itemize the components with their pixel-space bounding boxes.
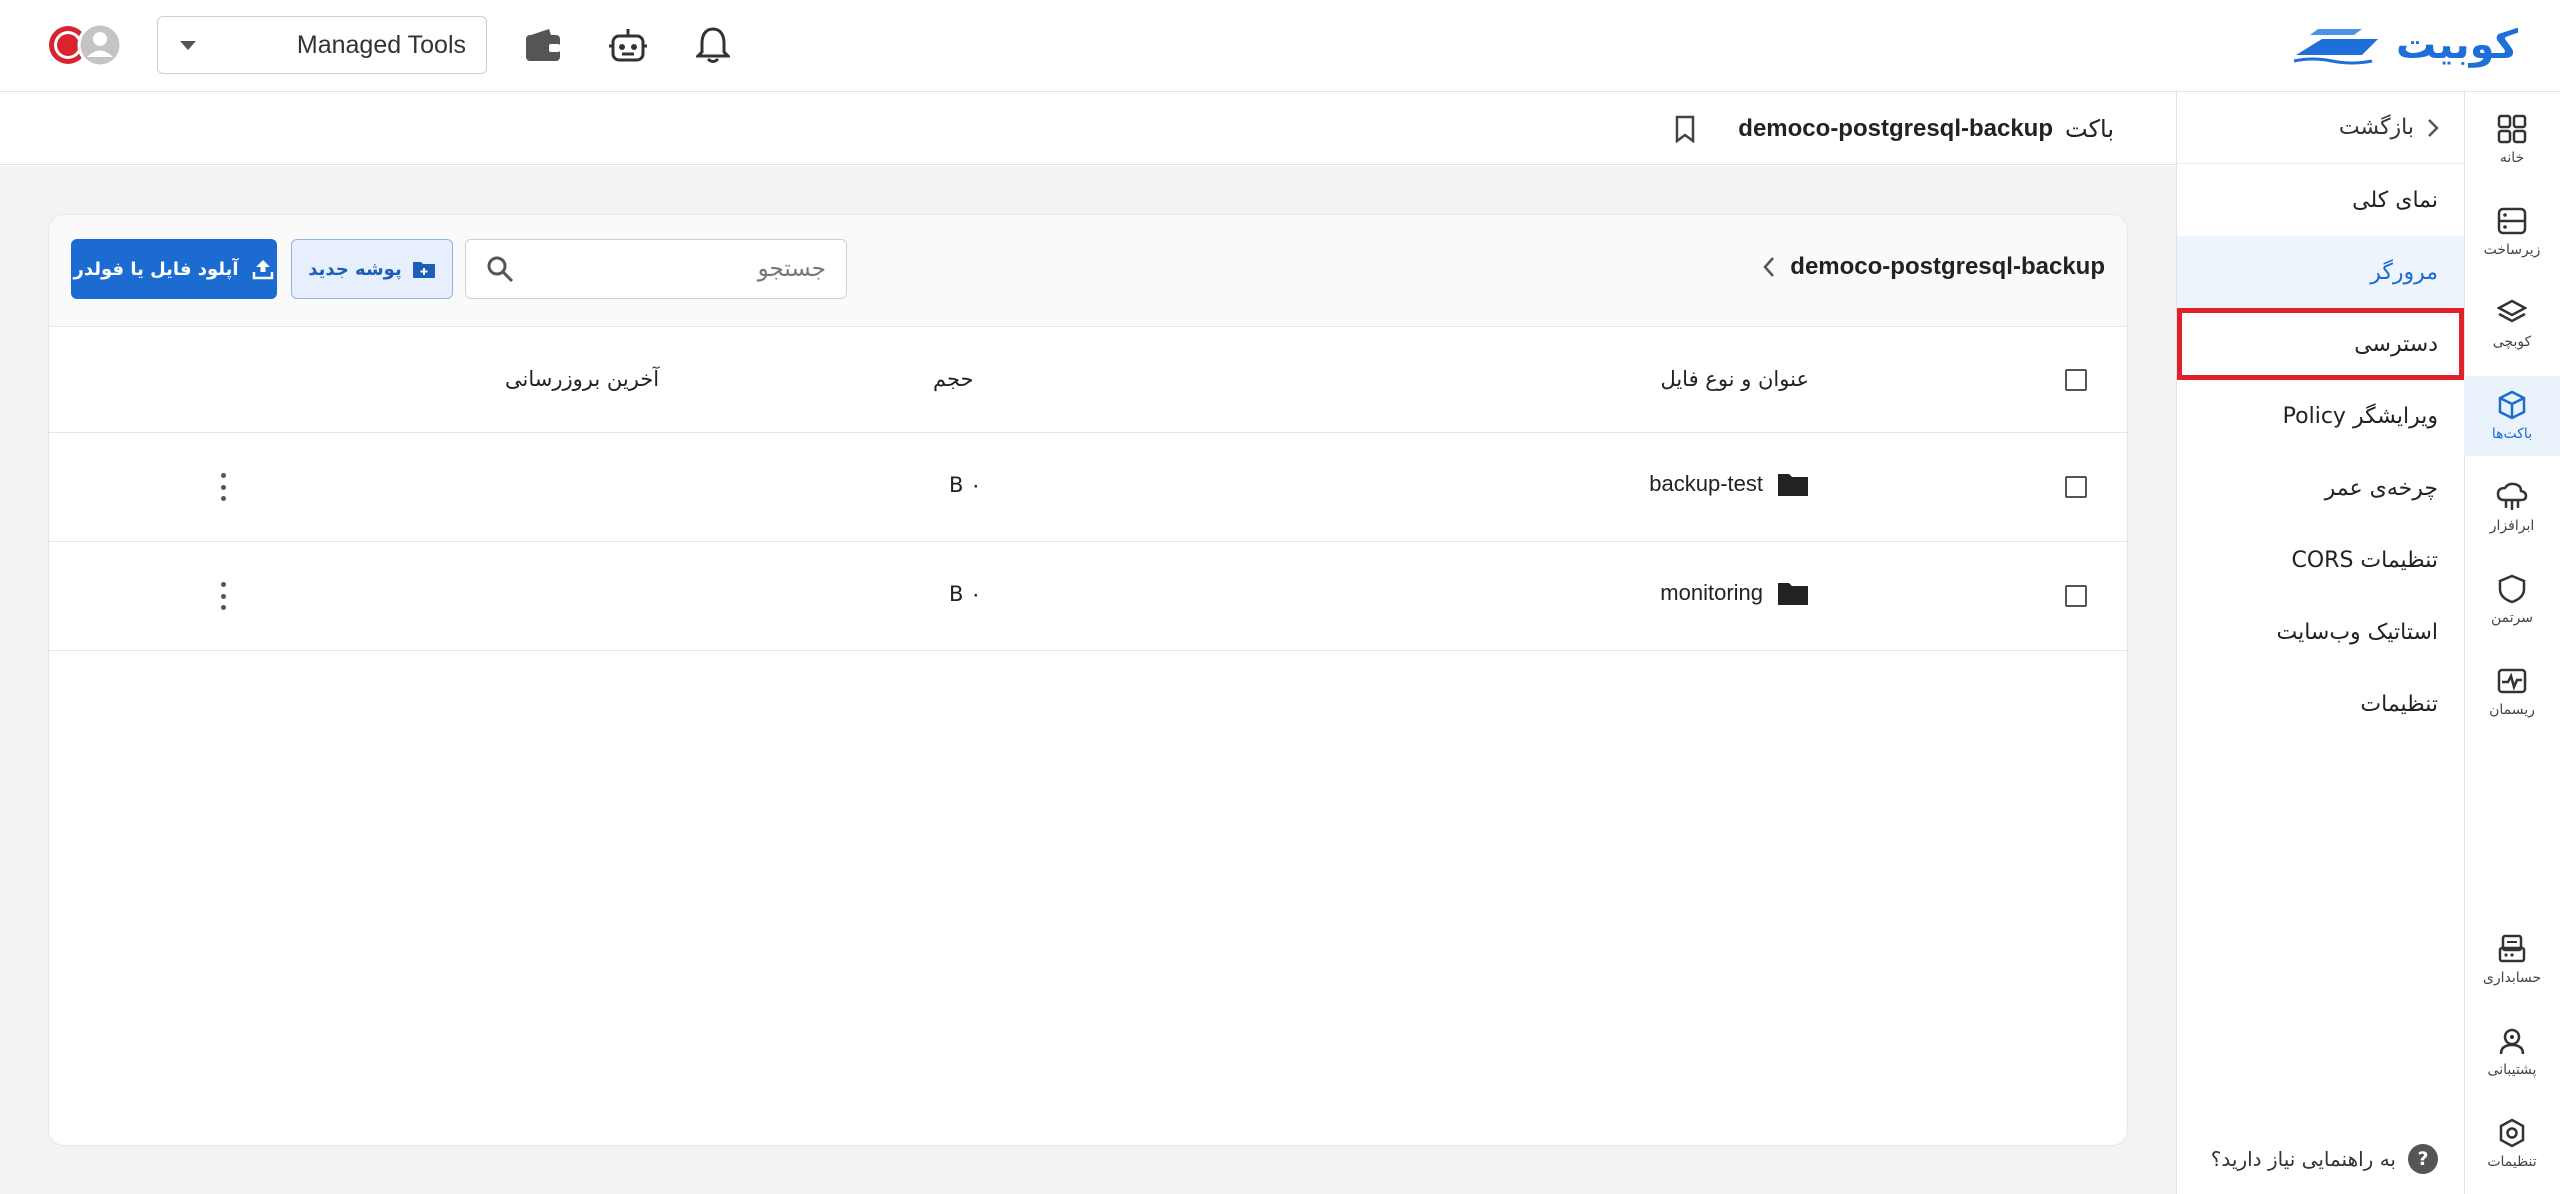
wallet-icon[interactable] bbox=[520, 22, 566, 68]
cloud-app-icon bbox=[2496, 482, 2528, 510]
folder-plus-icon bbox=[412, 262, 435, 278]
rail-item-label: ابرافزار bbox=[2489, 518, 2535, 534]
page-kind-label: باکت bbox=[2065, 114, 2114, 143]
help-label: به راهنمایی نیاز دارید؟ bbox=[2210, 1147, 2396, 1171]
page-header: باکت democo-postgresql-backup bbox=[0, 93, 2176, 165]
rail-item-cloud-app[interactable]: ابرافزار bbox=[2464, 468, 2560, 548]
brand-name: کوبیت bbox=[2395, 22, 2518, 68]
new-folder-button[interactable]: پوشه جدید bbox=[291, 239, 453, 299]
rail-item-label: تنظیمات bbox=[2487, 1154, 2537, 1170]
back-button[interactable]: بازگشت bbox=[2177, 92, 2464, 164]
account-select-value: Managed Tools bbox=[296, 30, 466, 59]
subnav-item-overview[interactable]: نمای کلی bbox=[2177, 164, 2464, 236]
subnav-item-cors[interactable]: تنظیمات CORS bbox=[2177, 524, 2464, 596]
pulse-icon bbox=[2497, 668, 2527, 694]
bucket-subnav: بازگشت نمای کلی مرورگر دسترسی ویرایشگر P… bbox=[2176, 92, 2464, 1194]
table-header: عنوان و نوع فایل حجم آخرین بروزرسانی bbox=[49, 327, 2127, 433]
question-icon: ? bbox=[2408, 1144, 2438, 1174]
column-name: عنوان و نوع فایل bbox=[1660, 367, 1809, 391]
boat-logo-icon bbox=[2293, 29, 2378, 65]
rail-item-kubchi[interactable]: کوبچی bbox=[2464, 284, 2560, 364]
folder-icon bbox=[1778, 583, 1808, 605]
row-checkbox[interactable] bbox=[2065, 476, 2087, 498]
upload-label: آپلود فایل یا فولدر bbox=[73, 258, 239, 280]
file-name[interactable]: backup-test bbox=[1649, 471, 1763, 497]
chevron-left-icon bbox=[1763, 257, 1775, 277]
more-options-icon[interactable] bbox=[213, 469, 233, 505]
settings-icon bbox=[2499, 1118, 2525, 1148]
file-name-cell: monitoring bbox=[1660, 580, 1809, 606]
subnav-item-policy-editor[interactable]: ویرایشگر Policy bbox=[2177, 380, 2464, 452]
rail-item-label: ریسمان bbox=[2489, 702, 2535, 718]
account-select[interactable]: Managed Tools bbox=[157, 16, 487, 74]
chevron-down-icon bbox=[180, 40, 196, 50]
rail-item-sartaman[interactable]: سرتمن bbox=[2464, 560, 2560, 640]
rail-item-label: خانه bbox=[2499, 150, 2525, 166]
rail-item-home[interactable]: خانه bbox=[2464, 100, 2560, 180]
main-content: democo-postgresql-backup جستجو پوشه جدید… bbox=[0, 166, 2176, 1194]
cube-icon bbox=[2498, 390, 2526, 420]
browser-toolbar: democo-postgresql-backup جستجو پوشه جدید… bbox=[49, 215, 2127, 327]
invoice-icon bbox=[2498, 934, 2526, 963]
robot-icon[interactable] bbox=[605, 22, 651, 68]
more-options-icon[interactable] bbox=[213, 578, 233, 614]
table-row[interactable]: backup-test ۰ B bbox=[49, 433, 2127, 542]
column-updated: آخرین بروزرسانی bbox=[505, 367, 660, 391]
column-size: حجم bbox=[933, 367, 974, 391]
breadcrumb: democo-postgresql-backup bbox=[1762, 253, 2105, 281]
breadcrumb-bucket[interactable]: democo-postgresql-backup bbox=[1790, 253, 2105, 281]
file-name-cell: backup-test bbox=[1649, 471, 1809, 497]
shield-icon bbox=[2498, 574, 2526, 604]
search-icon bbox=[487, 256, 514, 283]
row-checkbox[interactable] bbox=[2065, 585, 2087, 607]
rail-item-support[interactable]: پشتیبانی bbox=[2464, 1012, 2560, 1092]
back-label: بازگشت bbox=[2338, 115, 2414, 140]
subnav-item-lifecycle[interactable]: چرخه‌ی عمر bbox=[2177, 452, 2464, 524]
folder-icon bbox=[1778, 474, 1808, 496]
file-browser-card: democo-postgresql-backup جستجو پوشه جدید… bbox=[48, 214, 2128, 1146]
subnav-item-access[interactable]: دسترسی bbox=[2177, 308, 2464, 380]
bookmark-icon[interactable] bbox=[1674, 115, 1696, 143]
chevron-right-icon bbox=[2428, 118, 2439, 137]
subnav-item-settings[interactable]: تنظیمات bbox=[2177, 668, 2464, 740]
rail-item-buckets[interactable]: باکت‌ها bbox=[2464, 376, 2560, 456]
file-size: ۰ B bbox=[949, 582, 982, 606]
icon-rail: خانه زیرساخت کوبچی باکت‌ها ابرافزار سرتم… bbox=[2464, 92, 2560, 1194]
rail-item-label: زیرساخت bbox=[2483, 242, 2541, 258]
search-placeholder: جستجو bbox=[757, 256, 826, 282]
rail-item-label: باکت‌ها bbox=[2491, 426, 2533, 442]
rail-item-label: پشتیبانی bbox=[2487, 1062, 2537, 1078]
subnav-item-static-website[interactable]: استاتیک وب‌سایت bbox=[2177, 596, 2464, 668]
new-folder-label: پوشه جدید bbox=[308, 258, 402, 280]
file-name[interactable]: monitoring bbox=[1660, 580, 1763, 606]
layers-icon bbox=[2497, 299, 2527, 323]
subnav-item-browser[interactable]: مرورگر bbox=[2177, 236, 2464, 308]
bell-icon[interactable] bbox=[690, 22, 736, 68]
rail-item-settings[interactable]: تنظیمات bbox=[2464, 1104, 2560, 1184]
upload-button[interactable]: آپلود فایل یا فولدر bbox=[71, 239, 277, 299]
user-avatar[interactable] bbox=[48, 22, 124, 68]
rail-item-risman[interactable]: ریسمان bbox=[2464, 652, 2560, 732]
table-row[interactable]: monitoring ۰ B bbox=[49, 542, 2127, 651]
support-icon bbox=[2499, 1028, 2525, 1055]
page-title: باکت democo-postgresql-backup bbox=[1674, 115, 2114, 143]
top-bar: کوبیت Managed Tools bbox=[0, 0, 2560, 92]
rail-item-label: حسابداری bbox=[2482, 970, 2542, 986]
rail-item-label: سرتمن bbox=[2490, 610, 2534, 626]
upload-icon bbox=[252, 260, 273, 280]
rail-item-infrastructure[interactable]: زیرساخت bbox=[2464, 192, 2560, 272]
rail-item-label: کوبچی bbox=[2492, 334, 2532, 350]
brand-logo[interactable]: کوبیت bbox=[2292, 22, 2518, 68]
file-size: ۰ B bbox=[949, 473, 982, 497]
rail-item-accounting[interactable]: حسابداری bbox=[2464, 920, 2560, 1000]
help-link[interactable]: ? به راهنمایی نیاز دارید؟ bbox=[2211, 1144, 2438, 1174]
search-input[interactable]: جستجو bbox=[465, 239, 847, 299]
bucket-name: democo-postgresql-backup bbox=[1738, 114, 2054, 142]
select-all-checkbox[interactable] bbox=[2065, 369, 2087, 391]
server-icon bbox=[2497, 207, 2527, 235]
grid-icon bbox=[2497, 114, 2527, 144]
